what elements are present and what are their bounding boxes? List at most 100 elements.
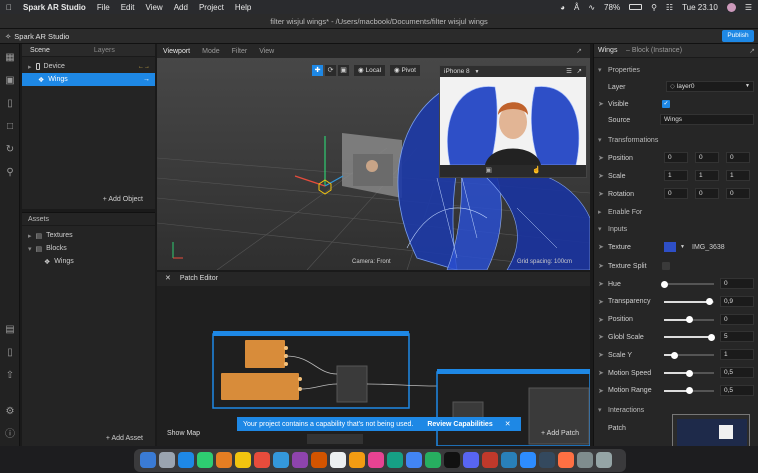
chevron-down-icon[interactable]: ▼ bbox=[745, 82, 750, 91]
dock-app-icon[interactable] bbox=[368, 452, 384, 468]
section-properties[interactable]: ▾ Properties bbox=[594, 62, 758, 78]
asset-item-textures[interactable]: ▸ ▤ Textures bbox=[22, 229, 155, 242]
slider-knob[interactable] bbox=[685, 316, 693, 324]
menu-help[interactable]: Help bbox=[235, 3, 251, 12]
slider-knob[interactable] bbox=[670, 351, 678, 359]
frame-tool-icon[interactable]: □ bbox=[4, 121, 16, 133]
keyframe-arrow-icon[interactable]: ➤ bbox=[598, 262, 604, 270]
device-action-icons[interactable]: ←→ bbox=[138, 64, 150, 70]
slider-value-input[interactable]: 0,5 bbox=[720, 384, 754, 396]
slider-track[interactable] bbox=[664, 298, 714, 306]
popout-icon[interactable]: ↗ bbox=[570, 47, 588, 55]
instance-arrow-icon[interactable]: → bbox=[143, 76, 150, 83]
dock-app-icon[interactable] bbox=[463, 452, 479, 468]
search-tool-icon[interactable]: ⚲ bbox=[4, 167, 16, 179]
dock-app-icon[interactable] bbox=[311, 452, 327, 468]
device-select[interactable]: iPhone 8 bbox=[444, 68, 470, 75]
status-icon[interactable]: ◕ bbox=[560, 3, 565, 12]
control-center-icon[interactable]: ☷ bbox=[666, 3, 673, 12]
local-toggle[interactable]: ◉ Local bbox=[354, 65, 386, 76]
scale-x-input[interactable]: 1 bbox=[664, 170, 688, 181]
chevron-right-icon[interactable]: ▸ bbox=[28, 232, 32, 240]
asset-item-wings[interactable]: ❖ Wings bbox=[22, 255, 155, 268]
rotation-x-input[interactable]: 0 bbox=[664, 188, 688, 199]
keyframe-arrow-icon[interactable]: ➤ bbox=[598, 351, 604, 359]
tab-layers[interactable]: Layers bbox=[86, 47, 123, 54]
dock-app-icon[interactable] bbox=[596, 452, 612, 468]
scene-item-wings[interactable]: ❖ Wings → bbox=[22, 73, 155, 86]
add-patch-button[interactable]: + Add Patch bbox=[541, 430, 579, 437]
device-simulator[interactable]: iPhone 8 ▼ ☰ ↗ ▣ ☝ bbox=[439, 65, 587, 178]
tab-view[interactable]: View bbox=[253, 48, 280, 55]
pivot-toggle[interactable]: ◉ Pivot bbox=[390, 65, 420, 76]
scale-tool-icon[interactable]: ▣ bbox=[338, 65, 349, 76]
publish-button[interactable]: Publish bbox=[722, 30, 754, 42]
patch-node-gray[interactable] bbox=[336, 365, 368, 403]
patch-node-gray[interactable] bbox=[307, 434, 363, 444]
slider-value-input[interactable]: 5 bbox=[720, 331, 754, 343]
keyframe-arrow-icon[interactable]: ➤ bbox=[598, 243, 604, 251]
show-map-button[interactable]: Show Map bbox=[167, 430, 200, 437]
review-capabilities-button[interactable]: Review Capabilities bbox=[427, 421, 492, 428]
dock-app-icon[interactable] bbox=[273, 452, 289, 468]
slider-track[interactable] bbox=[664, 351, 714, 359]
slider-value-input[interactable]: 1 bbox=[720, 349, 754, 361]
chevron-right-icon[interactable]: ▸ bbox=[598, 208, 602, 216]
chevron-down-icon[interactable]: ▾ bbox=[598, 406, 602, 414]
wifi-icon[interactable]: ∿ bbox=[588, 3, 595, 12]
keyframe-arrow-icon[interactable]: ➤ bbox=[598, 190, 604, 198]
position-y-input[interactable]: 0 bbox=[695, 152, 719, 163]
chevron-down-icon[interactable]: ▼ bbox=[680, 244, 685, 250]
simulator-popout-icon[interactable]: ↗ bbox=[577, 66, 582, 77]
asset-item-blocks[interactable]: ▾ ▤ Blocks bbox=[22, 242, 155, 255]
dock-app-icon[interactable] bbox=[292, 452, 308, 468]
slider-track[interactable] bbox=[664, 387, 714, 395]
section-inputs[interactable]: ▾ Inputs bbox=[594, 221, 758, 237]
dock-app-icon[interactable] bbox=[235, 452, 251, 468]
visible-checkbox[interactable]: ✓ bbox=[662, 100, 670, 108]
slider-knob[interactable] bbox=[708, 333, 715, 341]
menu-add[interactable]: Add bbox=[174, 3, 188, 12]
refresh-icon[interactable]: ↻ bbox=[4, 144, 16, 156]
close-icon[interactable]: ✕ bbox=[165, 275, 171, 282]
rotation-z-input[interactable]: 0 bbox=[726, 188, 750, 199]
dock-app-icon[interactable] bbox=[444, 452, 460, 468]
tab-filter[interactable]: Filter bbox=[226, 48, 254, 55]
slider-track[interactable] bbox=[664, 316, 714, 324]
section-transformations[interactable]: ▾ Transformations bbox=[594, 132, 758, 148]
clock[interactable]: Tue 23.10 bbox=[682, 3, 718, 12]
tab-mode[interactable]: Mode bbox=[196, 48, 226, 55]
scale-y-input[interactable]: 1 bbox=[695, 170, 719, 181]
tab-scene[interactable]: Scene bbox=[22, 47, 58, 54]
dock-app-icon[interactable] bbox=[254, 452, 270, 468]
app-menu[interactable]: Spark AR Studio bbox=[23, 3, 86, 12]
search-icon[interactable]: ⚲ bbox=[651, 3, 657, 12]
slider-track[interactable] bbox=[660, 280, 714, 288]
toast-close-icon[interactable]: ✕ bbox=[505, 420, 511, 428]
chevron-right-icon[interactable]: ▸ bbox=[28, 63, 32, 71]
popout-icon[interactable]: ↗ bbox=[749, 47, 755, 55]
user-avatar-icon[interactable] bbox=[726, 2, 736, 12]
texture-split-checkbox[interactable] bbox=[662, 262, 670, 270]
export-icon[interactable]: ⇧ bbox=[4, 370, 16, 382]
tab-viewport[interactable]: Viewport bbox=[157, 48, 196, 55]
texture-thumbnail[interactable] bbox=[664, 242, 676, 252]
dock-app-icon[interactable] bbox=[558, 452, 574, 468]
dock-app-icon[interactable] bbox=[577, 452, 593, 468]
dock-app-icon[interactable] bbox=[159, 452, 175, 468]
simulator-preview[interactable] bbox=[440, 77, 586, 165]
dock-app-icon[interactable] bbox=[501, 452, 517, 468]
camera-switch-icon[interactable]: ▣ bbox=[485, 165, 492, 177]
patch-node-orange[interactable] bbox=[245, 340, 285, 368]
scene-item-device[interactable]: ▸ Device ←→ bbox=[22, 60, 155, 73]
chevron-down-icon[interactable]: ▾ bbox=[598, 66, 602, 74]
apple-icon[interactable]:  bbox=[6, 3, 12, 12]
slider-value-input[interactable]: 0 bbox=[720, 278, 754, 289]
bug-icon[interactable]: ⚙ bbox=[4, 406, 16, 418]
source-field[interactable]: Wings bbox=[660, 114, 754, 125]
dock-app-icon[interactable] bbox=[539, 452, 555, 468]
position-x-input[interactable]: 0 bbox=[664, 152, 688, 163]
battery-icon[interactable] bbox=[629, 4, 643, 10]
keyframe-arrow-icon[interactable]: ➤ bbox=[598, 172, 604, 180]
rotate-tool-icon[interactable]: ⟳ bbox=[325, 65, 336, 76]
